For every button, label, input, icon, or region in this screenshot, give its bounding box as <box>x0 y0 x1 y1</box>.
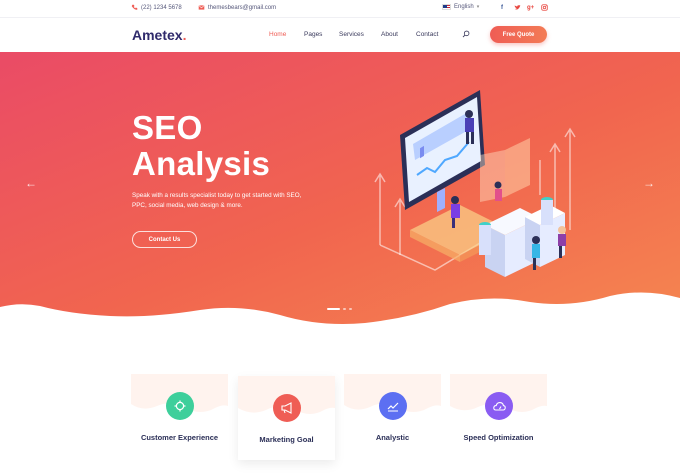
flag-icon <box>442 4 451 10</box>
feature-icon-circle <box>273 394 301 422</box>
nav-item-about[interactable]: About <box>381 31 398 38</box>
megaphone-icon <box>280 402 292 414</box>
hero-slider: SEO Analysis Speak with a results specia… <box>0 52 680 342</box>
top-bar: (22) 1234 5678 themesbears@gmail.com Eng… <box>0 0 680 18</box>
feature-card[interactable]: Marketing Goal <box>238 376 335 460</box>
nav-item-contact[interactable]: Contact <box>416 31 438 38</box>
free-quote-button[interactable]: Free Quote <box>490 26 547 43</box>
google-plus-icon[interactable]: g+ <box>527 4 534 12</box>
arrow-right-icon[interactable]: → <box>643 176 655 190</box>
feature-label: Marketing Goal <box>259 435 314 444</box>
hero-description: Speak with a results specialist today to… <box>132 192 302 209</box>
features-section: Customer Experience Marketing Goal Analy… <box>131 374 547 464</box>
chevron-down-icon: ▾ <box>476 4 480 10</box>
phone-contact[interactable]: (22) 1234 5678 <box>131 4 182 11</box>
language-selector[interactable]: English ▾ <box>442 4 479 10</box>
feature-label: Speed Optimization <box>463 433 534 442</box>
target-icon <box>174 400 186 412</box>
chart-line-icon <box>387 402 399 412</box>
feature-icon-circle <box>485 392 513 420</box>
slider-pagination <box>327 308 352 310</box>
feature-label: Customer Experience <box>140 433 219 442</box>
slider-dot[interactable] <box>327 308 340 310</box>
main-navigation: Ametex. Home Pages Services About Contac… <box>0 19 680 52</box>
phone-number: (22) 1234 5678 <box>141 4 182 11</box>
nav-item-home[interactable]: Home <box>269 31 286 38</box>
language-label: English <box>454 4 474 10</box>
mail-icon <box>198 5 205 10</box>
instagram-icon[interactable] <box>541 4 548 14</box>
feature-card[interactable]: Customer Experience <box>131 374 228 464</box>
slider-dot[interactable] <box>349 308 352 310</box>
feature-icon-circle <box>166 392 194 420</box>
nav-item-services[interactable]: Services <box>339 31 364 38</box>
seo-isometric-illustration <box>374 90 576 277</box>
email-contact[interactable]: themesbears@gmail.com <box>198 4 276 11</box>
feature-card[interactable]: Speed Optimization <box>450 374 547 464</box>
twitter-icon[interactable] <box>514 4 521 14</box>
nav-item-pages[interactable]: Pages <box>304 31 322 38</box>
email-address: themesbears@gmail.com <box>208 4 277 11</box>
feature-icon-circle <box>379 392 407 420</box>
feature-card[interactable]: Analystic <box>344 374 441 464</box>
phone-icon <box>131 4 138 10</box>
feature-label: Analystic <box>375 433 410 442</box>
arrow-left-icon[interactable]: ← <box>25 176 37 190</box>
hero-title: SEO Analysis <box>132 109 271 182</box>
contact-us-button[interactable]: Contact Us <box>132 231 197 248</box>
cloud-speed-icon <box>492 401 506 411</box>
logo[interactable]: Ametex. <box>132 27 186 43</box>
search-icon[interactable] <box>462 30 470 38</box>
facebook-icon[interactable]: f <box>501 4 503 12</box>
slider-dot[interactable] <box>343 308 346 310</box>
